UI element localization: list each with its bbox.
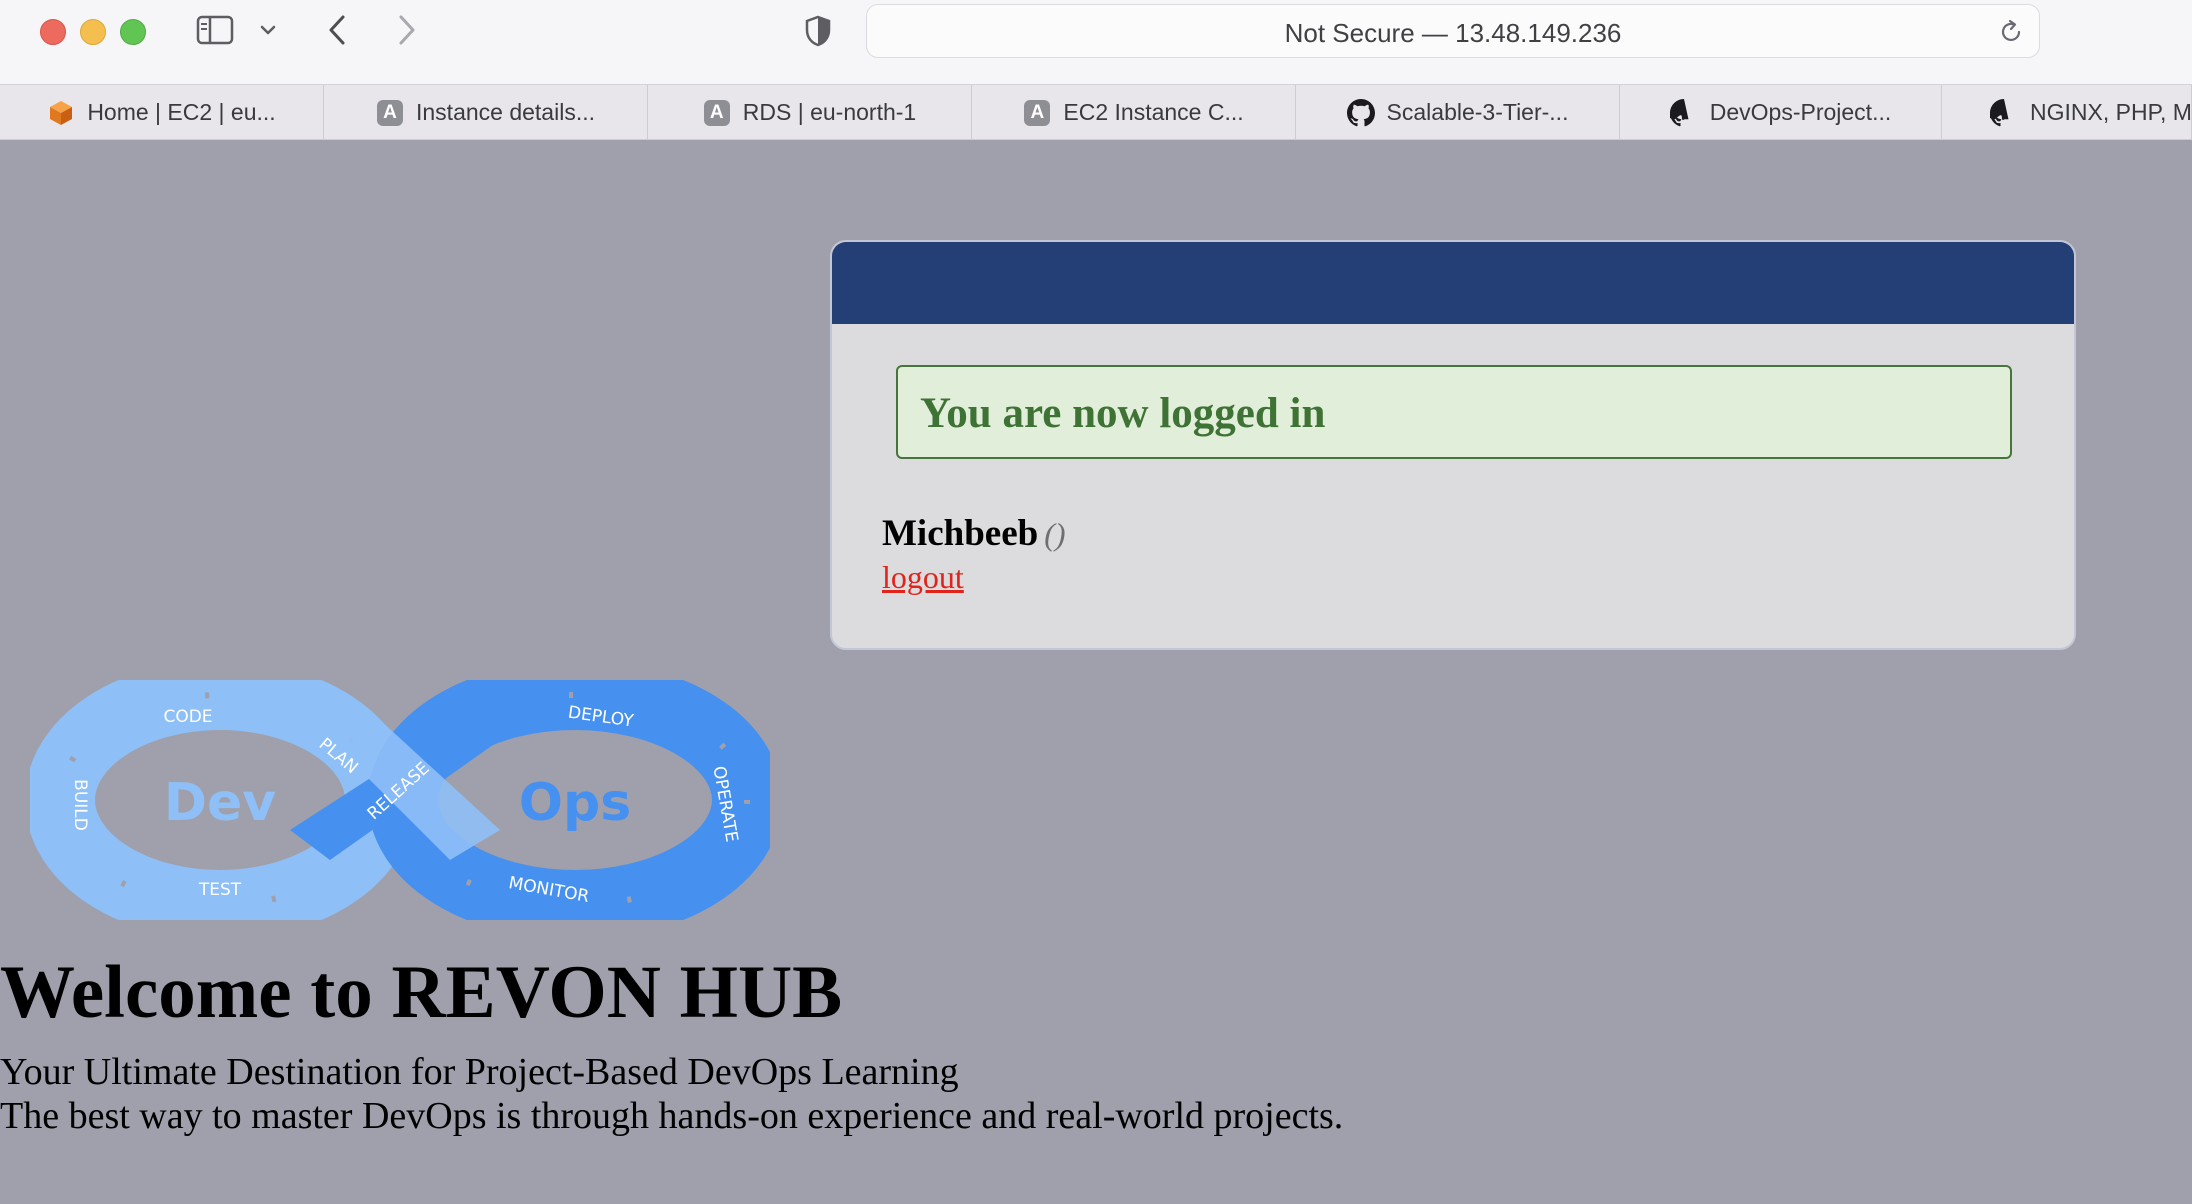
login-panel: You are now logged in Michbeeb() logout (830, 240, 2076, 650)
user-role: () (1044, 516, 1066, 552)
logout-link[interactable]: logout (882, 559, 964, 596)
tab-label: Scalable-3-Tier-... (1386, 99, 1569, 125)
github-icon (1669, 98, 1698, 127)
tab-ec2-instance-connect[interactable]: A EC2 Instance C... (972, 85, 1296, 140)
page-subtitle: Your Ultimate Destination for Project-Ba… (0, 1051, 959, 1093)
tab-label: EC2 Instance C... (1063, 99, 1244, 125)
close-window-button[interactable] (40, 19, 66, 45)
aws-cube-icon (47, 99, 75, 127)
tab-label: Home | EC2 | eu... (87, 99, 276, 125)
stage-test: TEST (198, 880, 242, 900)
devops-logo: Dev Ops CODE PLAN BUILD TEST RELEASE DEP… (25, 660, 782, 940)
letter-a-icon: A (1024, 99, 1051, 126)
letter-a-icon: A (377, 99, 403, 126)
tab-rds[interactable]: A RDS | eu-north-1 (648, 85, 972, 140)
github-icon (1346, 98, 1375, 127)
tab-label: DevOps-Project... (1709, 99, 1892, 125)
reload-icon[interactable] (1997, 17, 2025, 45)
tab-label: NGINX, PHP, M... (2030, 99, 2192, 125)
tab-label: Instance details... (416, 99, 595, 125)
tab-scalable-3-tier[interactable]: Scalable-3-Tier-... (1296, 85, 1620, 140)
forward-arrow-icon[interactable] (392, 12, 422, 48)
minimize-window-button[interactable] (80, 19, 106, 45)
tab-instance-details[interactable]: A Instance details... (324, 85, 648, 140)
ops-label: Ops (519, 773, 631, 833)
zoom-window-button[interactable] (120, 19, 146, 45)
success-alert: You are now logged in (896, 365, 2012, 459)
username: Michbeeb (882, 513, 1039, 554)
user-info: Michbeeb() (882, 512, 1066, 555)
browser-toolbar: Not Secure — 13.48.149.236 (0, 0, 2192, 84)
chevron-down-icon[interactable] (258, 16, 278, 44)
github-icon (1990, 98, 2018, 127)
tab-ec2-home[interactable]: Home | EC2 | eu... (0, 85, 324, 140)
sidebar-toggle-icon[interactable] (196, 15, 234, 45)
url-text: Not Secure — 13.48.149.236 (1284, 18, 1622, 48)
page-tagline: The best way to master DevOps is through… (0, 1095, 1344, 1137)
panel-header (832, 242, 2074, 324)
tab-nginx-php[interactable]: NGINX, PHP, M... (1942, 85, 2192, 140)
privacy-shield-icon[interactable] (802, 14, 834, 48)
page-title: Welcome to REVON HUB (0, 951, 843, 1034)
tab-bar: Home | EC2 | eu... A Instance details...… (0, 84, 2192, 140)
letter-a-icon: A (703, 99, 730, 126)
stage-code: CODE (163, 707, 212, 727)
tab-label: RDS | eu-north-1 (742, 99, 917, 125)
dev-label: Dev (164, 773, 276, 833)
tab-devops-project[interactable]: DevOps-Project... (1620, 85, 1942, 140)
address-bar[interactable]: Not Secure — 13.48.149.236 (866, 4, 2040, 58)
stage-build: BUILD (70, 779, 90, 831)
back-arrow-icon[interactable] (322, 12, 352, 48)
